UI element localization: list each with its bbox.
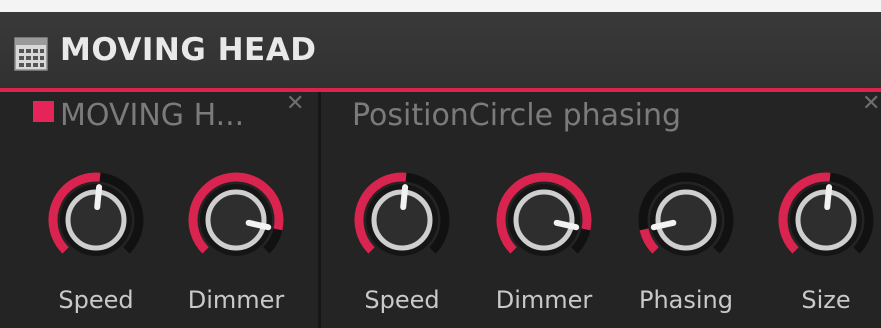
window-top-strip bbox=[0, 0, 881, 12]
window-titlebar[interactable]: MOVING HEAD bbox=[0, 12, 881, 88]
knob-size[interactable] bbox=[776, 170, 876, 270]
knob-speed[interactable] bbox=[352, 170, 452, 270]
fixture-color-indicator bbox=[33, 101, 54, 122]
knob-ring bbox=[205, 189, 267, 251]
fixture-panel-title[interactable]: MOVING H... bbox=[60, 98, 244, 133]
knob-pointer bbox=[245, 219, 272, 231]
knob-speed[interactable] bbox=[46, 170, 146, 270]
moving-head-window: MOVING HEAD MOVING H... ✕ Speed Dimmer P… bbox=[0, 0, 881, 328]
knob-dimmer[interactable] bbox=[494, 170, 594, 270]
effect-panel-title[interactable]: PositionCircle phasing bbox=[352, 98, 681, 133]
knob-pointer bbox=[824, 184, 833, 211]
knob-label-dimmer: Dimmer bbox=[495, 286, 593, 314]
knob-ring bbox=[513, 189, 575, 251]
knob-phasing[interactable] bbox=[636, 170, 736, 270]
knob-label-size: Size bbox=[801, 286, 851, 314]
knob-pointer bbox=[94, 184, 103, 211]
knob-pointer bbox=[400, 184, 409, 211]
knob-label-speed: Speed bbox=[364, 286, 440, 314]
effect-panel-close-icon[interactable]: ✕ bbox=[862, 93, 880, 115]
window-title: MOVING HEAD bbox=[60, 32, 317, 68]
window-grid-icon bbox=[14, 37, 48, 71]
knob-label-dimmer: Dimmer bbox=[187, 286, 285, 314]
knob-label-speed: Speed bbox=[58, 286, 134, 314]
knob-pointer bbox=[650, 219, 677, 231]
fixture-panel-close-icon[interactable]: ✕ bbox=[286, 93, 304, 115]
knob-dimmer[interactable] bbox=[186, 170, 286, 270]
knob-ring bbox=[655, 189, 717, 251]
knob-label-phasing: Phasing bbox=[638, 286, 733, 314]
knob-pointer bbox=[553, 219, 580, 231]
